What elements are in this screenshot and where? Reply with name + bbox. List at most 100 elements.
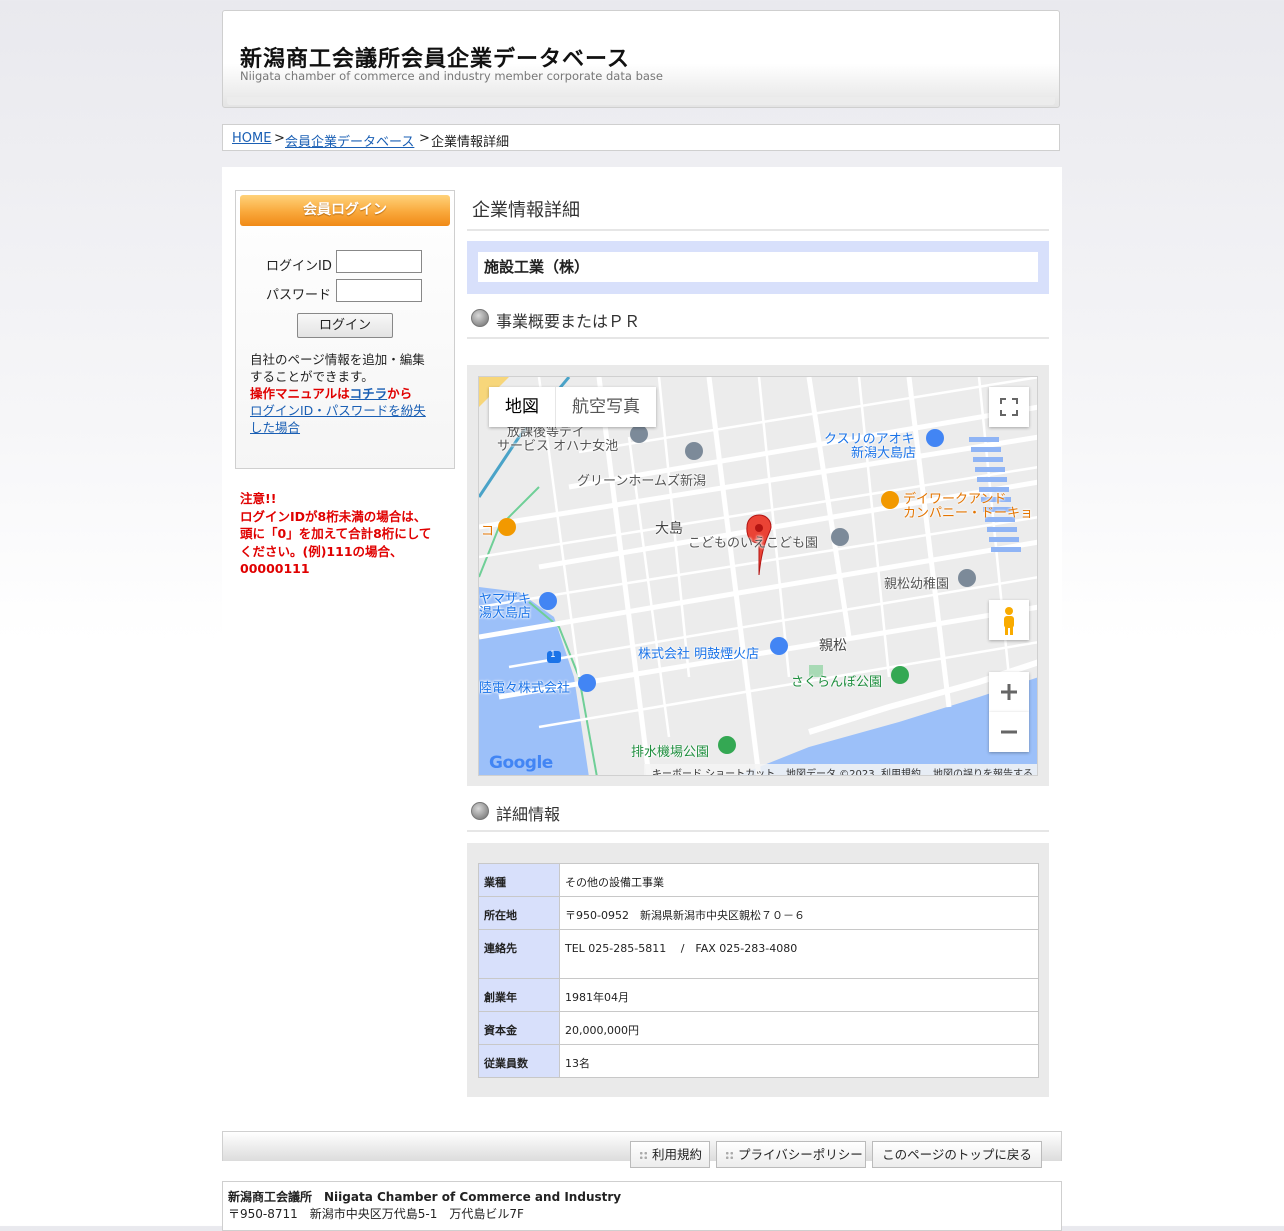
detail-label: 従業員数 xyxy=(478,1044,560,1078)
company-name: 施設工業（株） xyxy=(478,252,1038,282)
section-bullet-icon xyxy=(471,309,489,327)
site-header: 新潟商工会議所会員企業データベース Niigata chamber of com… xyxy=(222,10,1060,108)
table-row: 所在地 〒950-0952 新潟県新潟市中央区親松７０－６ xyxy=(478,896,1039,930)
divider xyxy=(467,229,1049,231)
zoom-out-icon xyxy=(1001,730,1017,734)
footer-address: 〒950-8711 新潟市中央区万代島5-1 万代島ビル7F xyxy=(228,1207,524,1221)
notice-line: ログインIDが8桁未満の場合は、 xyxy=(240,508,427,524)
divider xyxy=(467,830,1049,832)
breadcrumb-home-link[interactable]: HOME xyxy=(232,131,271,146)
map-type-map-button[interactable]: 地図 xyxy=(489,387,555,427)
map-label: 新潟大島店 xyxy=(851,446,917,461)
zoom-in-button[interactable] xyxy=(989,672,1029,712)
login-id-label: ログインID xyxy=(266,259,332,274)
login-button[interactable]: ログイン xyxy=(297,313,393,338)
password-input[interactable] xyxy=(336,279,422,302)
header-bottom-band xyxy=(227,97,1055,105)
back-to-top-button[interactable]: このページのトップに戻る xyxy=(872,1141,1042,1168)
notice-line: 00000111 xyxy=(240,561,310,576)
notice-line: 頭に「0」を加えて合計8桁にして xyxy=(240,526,432,541)
page-title: 企業情報詳細 xyxy=(472,200,580,221)
detail-value: その他の設備工事業 xyxy=(559,863,1039,897)
section-bullet-icon xyxy=(471,802,489,820)
map-data-text: 地図データ ©2023 xyxy=(786,769,875,776)
table-row: 資本金 20,000,000円 xyxy=(478,1011,1039,1045)
map-label: 親松 xyxy=(819,638,847,654)
zoom-in-icon xyxy=(1001,684,1017,700)
fullscreen-button[interactable] xyxy=(989,387,1029,427)
breadcrumb-separator: > xyxy=(419,131,430,146)
manual-line: 操作マニュアルはコチラから xyxy=(250,385,450,402)
zoom-out-button[interactable] xyxy=(989,712,1029,752)
fullscreen-icon xyxy=(1000,398,1018,416)
login-notice: 注意!! ログインIDが8桁未満の場合は、 頭に「0」を加えて合計8桁にして く… xyxy=(240,490,455,578)
detail-value: 1981年04月 xyxy=(559,978,1039,1012)
pegman-icon xyxy=(1004,607,1014,635)
breadcrumb: HOME > 会員企業データベース > 企業情報詳細 xyxy=(222,124,1060,151)
map-attribution: キーボード ショートカット 地図データ ©2023 利用規約 地図の誤りを報告す… xyxy=(644,764,1037,776)
footer-terms-label: 利用規約 xyxy=(652,1147,703,1162)
detail-value: 13名 xyxy=(559,1044,1039,1078)
detail-label: 創業年 xyxy=(478,978,560,1012)
map-type-control: 地図 航空写真 xyxy=(489,387,656,427)
footer-org: 新潟商工会議所 Niigata Chamber of Commerce and … xyxy=(228,1190,622,1204)
map-label: 親松幼稚園 xyxy=(884,577,950,592)
lost-credentials-link-text: した場合 xyxy=(250,420,301,435)
lost-credentials-link-text: ログインID・パスワードを紛失 xyxy=(250,403,426,418)
detail-label: 所在地 xyxy=(478,896,560,930)
detail-value: 20,000,000円 xyxy=(559,1011,1039,1045)
map-label: 湯大島店 xyxy=(479,606,532,621)
notice-title: 注意!! xyxy=(240,491,277,506)
table-row: 業種 その他の設備工事業 xyxy=(478,863,1039,897)
google-logo-text: Google xyxy=(489,753,553,773)
street-view-button[interactable] xyxy=(989,600,1029,640)
detail-value: 〒950-0952 新潟県新潟市中央区親松７０－６ xyxy=(559,896,1039,930)
keyboard-shortcuts-link[interactable]: キーボード ショートカット xyxy=(652,765,775,775)
detail-label: 連絡先 xyxy=(478,929,560,979)
section-detail-title: 詳細情報 xyxy=(496,805,561,824)
login-info: 自社のページ情報を追加・編集 することができます。 操作マニュアルはコチラから … xyxy=(250,351,450,436)
map-label: サービス オハナ女池 xyxy=(497,439,619,454)
notice-line: ください。(例)111の場合、 xyxy=(240,543,403,559)
map-type-satellite-button[interactable]: 航空写真 xyxy=(555,387,656,427)
manual-link[interactable]: コチラ xyxy=(350,386,388,401)
manual-suffix: から xyxy=(387,386,413,401)
google-map[interactable]: 放課後等デイ サービス オハナ女池 グリーンホームズ新潟 クスリのアオキ 新潟大… xyxy=(478,376,1038,776)
map-label: さくらんぼ公園 xyxy=(791,675,883,690)
detail-table: 業種 その他の設備工事業 所在地 〒950-0952 新潟県新潟市中央区親松７０… xyxy=(478,863,1039,1078)
lost-credentials-link[interactable]: ログインID・パスワードを紛失 した場合 xyxy=(250,402,450,436)
map-label: グリーンホームズ新潟 xyxy=(577,474,706,489)
map-label: 株式会社 明鼓煙火店 xyxy=(638,647,760,662)
section-pr-title: 事業概要またはＰＲ xyxy=(496,312,641,331)
grid-dots-icon xyxy=(639,1151,648,1160)
breadcrumb-database-link[interactable]: 会員企業データベース xyxy=(285,131,414,150)
footer-privacy-label: プライバシーポリシー xyxy=(738,1147,863,1162)
login-id-input[interactable] xyxy=(336,250,422,273)
manual-prefix: 操作マニュアルは xyxy=(250,386,350,401)
login-info-line: することができます。 xyxy=(250,369,374,384)
map-label: コ xyxy=(481,524,495,539)
login-panel-title: 会員ログイン xyxy=(240,195,450,226)
site-subtitle: Niigata chamber of commerce and industry… xyxy=(240,69,663,83)
password-label: パスワード xyxy=(266,288,332,303)
breadcrumb-separator: > xyxy=(274,131,285,146)
footer-info: 新潟商工会議所 Niigata Chamber of Commerce and … xyxy=(222,1181,1062,1231)
footer-privacy-button[interactable]: プライバシーポリシー xyxy=(716,1141,866,1168)
map-label: 陸電々株式会社 xyxy=(479,681,571,696)
map-label: 大島 xyxy=(655,521,683,537)
google-logo: Google xyxy=(489,753,553,773)
grid-dots-icon xyxy=(725,1151,734,1160)
map-label: カンパニー・ドーキョ xyxy=(903,506,1034,521)
detail-label: 業種 xyxy=(478,863,560,897)
map-report-link[interactable]: 地図の誤りを報告する xyxy=(933,765,1033,775)
footer-terms-button[interactable]: 利用規約 xyxy=(630,1141,710,1168)
table-row: 従業員数 13名 xyxy=(478,1044,1039,1078)
map-label: 排水機場公園 xyxy=(631,745,710,760)
table-row: 創業年 1981年04月 xyxy=(478,978,1039,1012)
map-terms-link[interactable]: 利用規約 xyxy=(881,765,921,775)
table-row: 連絡先 TEL 025-285-5811 / FAX 025-283-4080 xyxy=(478,929,1039,979)
route-number: 1 xyxy=(550,650,556,660)
map-label: こどものいえこども園 xyxy=(688,536,819,551)
login-info-line: 自社のページ情報を追加・編集 xyxy=(250,352,425,367)
breadcrumb-current: 企業情報詳細 xyxy=(431,135,510,150)
